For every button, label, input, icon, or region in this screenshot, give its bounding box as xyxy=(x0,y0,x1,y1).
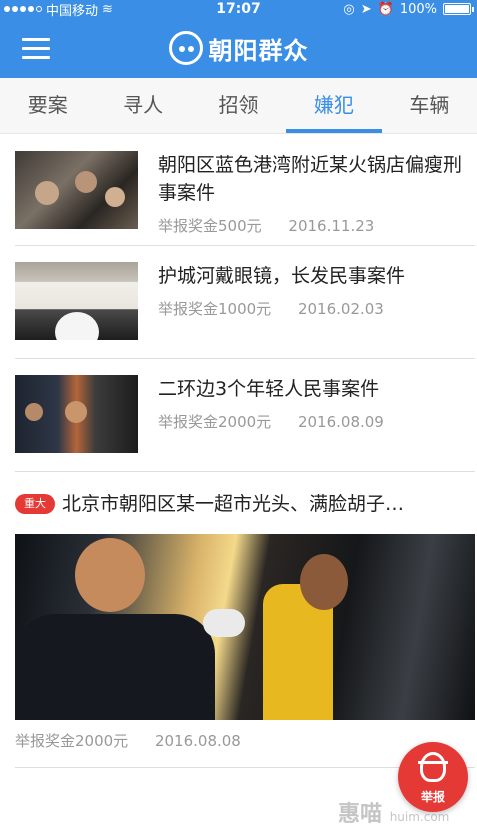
case-date: 2016.08.09 xyxy=(297,413,384,431)
tab-suspects[interactable]: 嫌犯 xyxy=(286,78,383,133)
battery-percent: 100% xyxy=(399,1,437,17)
list-item[interactable]: 二环边3个年轻人民事案件 举报奖金2000元 2016.08.09 xyxy=(15,359,475,472)
app-title: 朝阳群众 xyxy=(0,18,477,78)
tab-lost-found[interactable]: 招领 xyxy=(191,78,286,133)
major-badge: 重大 xyxy=(15,494,55,514)
case-list: 朝阳区蓝色港湾附近某火锅店偏瘦刑事案件 举报奖金500元 2016.11.23 … xyxy=(0,135,477,472)
watermark-text: 惠喵 xyxy=(338,802,383,824)
case-meta: 举报奖金1000元 2016.02.03 xyxy=(158,298,384,319)
case-title: 朝阳区蓝色港湾附近某火锅店偏瘦刑事案件 xyxy=(158,154,463,204)
case-title: 二环边3个年轻人民事案件 xyxy=(158,378,380,400)
featured-photo xyxy=(15,534,475,720)
tab-major-cases[interactable]: 要案 xyxy=(0,78,95,133)
case-title: 护城河戴眼镜，长发民事案件 xyxy=(158,265,406,287)
lock-rotation-icon: ◎ xyxy=(343,1,355,17)
status-right: ◎ ➤ ⏰ 100% xyxy=(343,0,474,18)
case-thumbnail xyxy=(15,262,138,340)
featured-title: 北京市朝阳区某一超市光头、满脸胡子… xyxy=(62,493,405,515)
watermark: 惠喵 huim.com xyxy=(338,796,449,824)
case-thumbnail xyxy=(15,151,138,229)
detective-icon xyxy=(418,752,448,782)
list-item[interactable]: 朝阳区蓝色港湾附近某火锅店偏瘦刑事案件 举报奖金500元 2016.11.23 xyxy=(15,135,475,246)
case-meta: 举报奖金500元 2016.11.23 xyxy=(158,215,374,236)
case-date: 2016.08.08 xyxy=(154,732,241,750)
face-logo-icon xyxy=(168,31,203,65)
alarm-icon: ⏰ xyxy=(377,1,394,17)
tab-vehicles[interactable]: 车辆 xyxy=(382,78,477,133)
battery-icon xyxy=(443,3,474,15)
location-icon: ➤ xyxy=(360,1,372,17)
case-thumbnail xyxy=(15,375,138,453)
reward-amount: 举报奖金2000元 xyxy=(15,732,129,750)
reward-amount: 举报奖金500元 xyxy=(158,217,262,235)
case-meta: 举报奖金2000元 2016.08.09 xyxy=(158,411,384,432)
category-tabs: 要案 寻人 招领 嫌犯 车辆 xyxy=(0,78,477,134)
status-bar: 中国移动 ≋ 17:07 ◎ ➤ ⏰ 100% xyxy=(0,0,477,19)
list-item[interactable]: 护城河戴眼镜，长发民事案件 举报奖金1000元 2016.02.03 xyxy=(15,246,475,359)
featured-case[interactable]: 重大 北京市朝阳区某一超市光头、满脸胡子… 举报奖金2000元 2016.08.… xyxy=(15,473,475,768)
nav-bar: 朝阳群众 xyxy=(0,18,477,78)
app-name: 朝阳群众 xyxy=(208,36,309,65)
reward-amount: 举报奖金1000元 xyxy=(158,300,272,318)
case-meta: 举报奖金2000元 2016.08.08 xyxy=(15,730,241,751)
tab-missing-persons[interactable]: 寻人 xyxy=(95,78,190,133)
reward-amount: 举报奖金2000元 xyxy=(158,413,272,431)
case-date: 2016.11.23 xyxy=(288,217,375,235)
watermark-sub: huim.com xyxy=(389,810,450,824)
case-date: 2016.02.03 xyxy=(297,300,384,318)
